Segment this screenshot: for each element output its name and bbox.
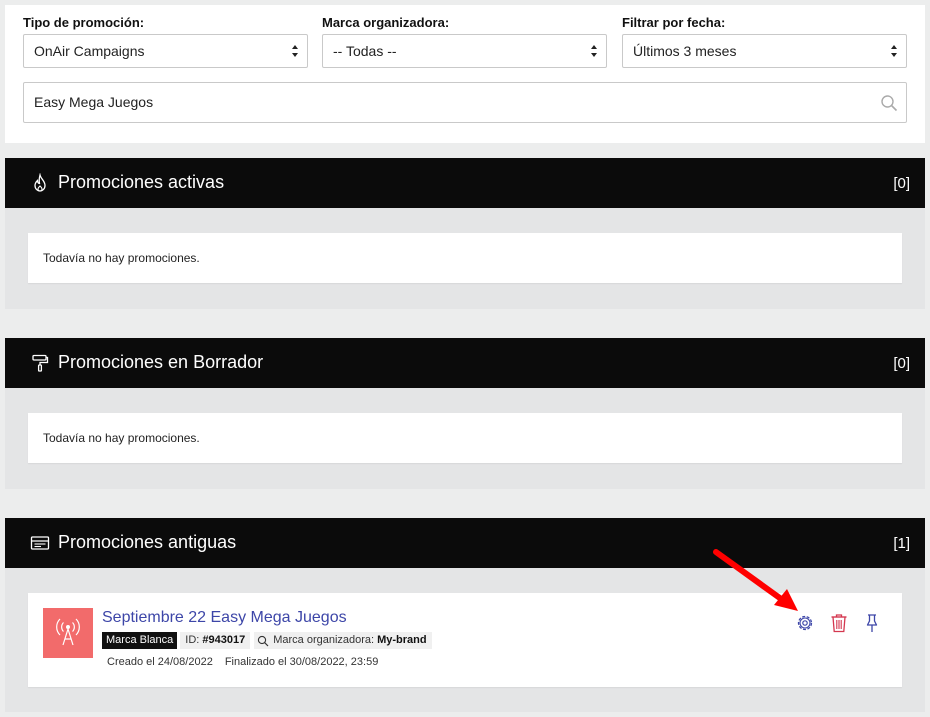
promotion-id-badge: ID: #943017 [180,632,251,649]
brand-filter: Marca organizadora: -- Todas -- [322,14,607,68]
promotion-type-value: OnAir Campaigns [34,43,145,59]
draft-promotions-section: Promociones en Borrador [0] Todavía no h… [5,338,925,489]
empty-message: Todavía no hay promociones. [43,251,200,265]
empty-message-card: Todavía no hay promociones. [28,233,902,283]
promotion-type-select[interactable]: OnAir Campaigns [23,34,308,68]
brand-label: Marca organizadora: [322,15,450,30]
brand-value: -- Todas -- [333,43,397,59]
filters-panel: Tipo de promoción: OnAir Campaigns Marca… [5,5,925,143]
section-count: [0] [893,355,910,372]
promotion-type-label: Tipo de promoción: [23,15,145,30]
pin-icon[interactable] [861,612,883,634]
id-label: ID: [185,634,200,646]
empty-message-card: Todavía no hay promociones. [28,413,902,463]
annotation-arrow [713,549,798,611]
select-arrows-icon [292,45,298,57]
promotion-meta: Marca Blanca ID: #943017 Marca organizad… [102,632,432,649]
organizer-badge: Marca organizadora: My-brand [254,632,432,649]
select-arrows-icon [891,45,897,57]
active-promotions-section: Promociones activas [0] Todavía no hay p… [5,158,925,309]
brand-type-badge: Marca Blanca [102,632,178,649]
paint-roller-icon [32,354,49,372]
trash-icon[interactable] [828,612,850,634]
section-count: [1] [893,535,910,552]
date-label: Filtrar por fecha: [622,15,726,30]
section-title: Promociones en Borrador [58,352,264,372]
draft-promotions-header: Promociones en Borrador [0] [5,338,925,388]
promotion-title-link[interactable]: Septiembre 22 Easy Mega Juegos [102,608,347,628]
section-title: Promociones activas [58,172,225,192]
date-select[interactable]: Últimos 3 meses [622,34,907,68]
organizer-label: Marca organizadora: [273,634,375,646]
id-value: #943017 [202,634,246,646]
select-arrows-icon [591,45,597,57]
fire-icon [34,173,46,192]
section-count: [0] [893,175,910,192]
date-value: Últimos 3 meses [633,43,737,59]
search-input[interactable]: Easy Mega Juegos [23,82,907,123]
search-icon[interactable] [880,94,898,112]
promotion-dates: Creado el 24/08/2022 Finalizado el 30/08/… [107,655,378,669]
archive-icon [30,536,50,550]
search-icon [258,635,269,646]
created-date: Creado el 24/08/2022 [107,656,213,668]
brand-select[interactable]: -- Todas -- [322,34,607,68]
date-filter: Filtrar por fecha: Últimos 3 meses [622,14,907,68]
broadcast-antenna-icon [56,618,80,646]
promotion-type-filter: Tipo de promoción: OnAir Campaigns [23,14,308,68]
section-title: Promociones antiguas [58,532,237,552]
search-value: Easy Mega Juegos [34,94,154,110]
promotion-thumbnail[interactable] [43,608,93,658]
finished-date: Finalizado el 30/08/2022, 23:59 [224,656,379,668]
active-promotions-header: Promociones activas [0] [5,158,925,208]
organizer-value: My-brand [377,634,427,646]
empty-message: Todavía no hay promociones. [43,431,200,445]
